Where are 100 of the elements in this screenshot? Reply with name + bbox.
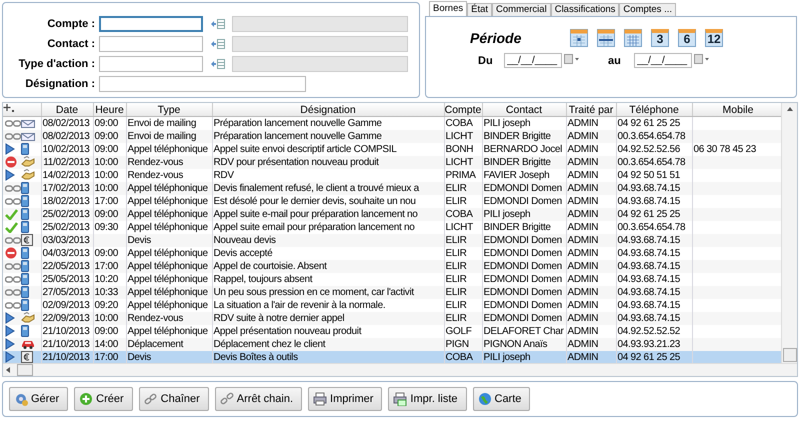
table-row[interactable]: 11/02/2013 10:00 Rendez-vous RDV pour présentation nouveau produit LICHT BINDER Brigitte ADMIN 00.3.654.654.78 — [3, 156, 781, 169]
table-cell: PILI joseph — [484, 209, 530, 220]
table-row[interactable]: 25/02/2013 09:00 Appel téléphonique Appel suite e-mail pour préparation lancement no COBA PILI joseph ADMIN 04 92 61 25 25 — [3, 208, 781, 221]
printer-icon — [313, 392, 328, 406]
tab[interactable]: Bornes — [429, 1, 468, 16]
table-cell: ELIR — [446, 248, 467, 259]
table-cell: EDMONDI Domen — [484, 196, 562, 207]
table-cell: ADMIN — [568, 339, 598, 350]
chain-link-icon — [5, 118, 21, 128]
period-button[interactable]: 12 — [705, 29, 723, 47]
column-header[interactable]: Date — [41, 103, 93, 116]
table-cell: 10:33 — [94, 287, 118, 298]
column-header[interactable]: Compte — [444, 103, 482, 116]
table-cell: 10:00 — [94, 313, 118, 324]
table-cell: Préparation lancement nouvelle Gamme — [214, 118, 382, 129]
input-field[interactable] — [99, 56, 203, 72]
chain-link-icon — [220, 392, 234, 406]
calendar-icon[interactable] — [597, 29, 615, 47]
table-row[interactable]: 03/03/2013 Devis Nouveau devis ELIR EDMONDI Domen ADMIN 04.93.68.74.15 — [3, 234, 781, 247]
input-field[interactable] — [99, 36, 203, 52]
table-cell: ADMIN — [568, 326, 598, 337]
period-button[interactable]: 3 — [651, 29, 669, 47]
play-icon — [5, 338, 15, 350]
add-icon — [79, 392, 94, 406]
action-button[interactable]: Gérer — [9, 387, 68, 411]
column-header[interactable]: Traité par — [566, 103, 616, 116]
action-button[interactable]: Imprimer — [308, 387, 382, 411]
table-cell: EDMONDI Domen — [484, 313, 562, 324]
table-cell: PILI joseph — [484, 118, 530, 129]
table-cell: 06 30 78 45 23 — [694, 144, 756, 155]
calendar-dropdown-icon[interactable] — [694, 53, 710, 65]
lookup-list-icon[interactable] — [210, 18, 226, 30]
action-button[interactable]: Carte — [472, 387, 530, 411]
input-field[interactable] — [99, 76, 306, 92]
table-cell: Appel téléphonique — [128, 144, 208, 155]
add-column-icon[interactable] — [3, 103, 15, 113]
period-title: Période — [470, 30, 522, 46]
tab[interactable]: État — [467, 3, 492, 16]
table-row[interactable]: 27/05/2013 10:33 Appel téléphonique Un peu sous pression en ce moment, car l'activit ELIR EDMONDI Domen ADMIN 04.93.68.74.15 — [3, 286, 781, 299]
table-cell: 21/10/2013 — [42, 326, 90, 337]
play-icon — [5, 325, 15, 338]
action-button[interactable]: Créer — [74, 387, 133, 411]
date-field[interactable]: __/__/____ — [504, 53, 562, 68]
action-button[interactable]: Chaîner — [138, 387, 209, 411]
table-row[interactable]: 17/02/2013 10:00 Appel téléphonique Devis finalement refusé, le client a trouvé mieux a ELIR EDMONDI Domen ADMIN 04.93.68.74.15 — [3, 182, 781, 195]
column-header[interactable]: Désignation — [212, 103, 444, 116]
tab[interactable]: Classifications — [550, 3, 620, 16]
lookup-list-icon[interactable] — [210, 38, 226, 50]
column-header[interactable]: Contact — [482, 103, 566, 116]
column-header[interactable]: Mobile — [692, 103, 781, 116]
table-cell: PRIMA — [446, 170, 476, 181]
table-cell: ADMIN — [568, 235, 598, 246]
scrollbar-thumb[interactable] — [782, 348, 796, 362]
table-cell: Appel suite e-mail pour préparation lancement no — [214, 209, 418, 220]
table-cell: ADMIN — [568, 261, 598, 272]
calendar-icon[interactable] — [624, 29, 642, 47]
date-field[interactable]: __/__/____ — [634, 53, 692, 68]
action-button[interactable]: Impr. liste — [388, 387, 466, 411]
table-cell: Appel téléphonique — [128, 183, 208, 194]
calendar-icon[interactable] — [570, 29, 588, 47]
field-label: Type d'action : — [18, 58, 96, 70]
table-row[interactable]: 21/10/2013 14:00 Déplacement Déplacement chez le client PIGN PIGNON Anaïs ADMIN 04.93.93.21.23 — [3, 338, 781, 351]
horizontal-scrollbar[interactable] — [3, 363, 797, 376]
table-cell: Appel téléphonique — [128, 287, 208, 298]
table-cell: ADMIN — [568, 144, 598, 155]
vertical-scrollbar[interactable] — [781, 103, 797, 363]
table-cell: Devis accepté — [214, 248, 272, 259]
table-row[interactable]: 22/05/2013 17:00 Appel téléphonique Appel de courtoisie. Absent ELIR EDMONDI Domen ADMIN 04.93.68.74.15 — [3, 260, 781, 273]
table-cell: EDMONDI Domen — [484, 287, 562, 298]
period-button[interactable]: 6 — [678, 29, 696, 47]
table-cell: 04.93.68.74.15 — [618, 300, 680, 311]
table-cell: Appel de courtoisie. Absent — [214, 261, 327, 272]
input-field[interactable] — [99, 16, 203, 32]
column-header[interactable]: Type — [126, 103, 212, 116]
field-label: Compte : — [46, 18, 96, 30]
table-cell: 02/09/2013 — [42, 300, 90, 311]
table-cell: 04.93.68.74.15 — [618, 183, 680, 194]
table-cell: 10:00 — [94, 170, 118, 181]
lookup-list-icon[interactable] — [210, 58, 226, 70]
tab[interactable]: Commercial — [492, 3, 551, 16]
table-cell: Devis finalement refusé, le client a trouvé mieux a — [214, 183, 419, 194]
table-cell: 04/03/2013 — [42, 248, 90, 259]
no-entry-icon — [5, 247, 17, 260]
table-cell: ADMIN — [568, 170, 598, 181]
table-cell: ELIR — [446, 235, 467, 246]
table-cell: ADMIN — [568, 118, 598, 129]
scrollbar-thumb[interactable] — [17, 364, 33, 376]
action-button[interactable]: Arrêt chain. — [214, 387, 302, 411]
table-cell: LICHT — [446, 157, 473, 168]
table-row[interactable]: 08/02/2013 09:00 Envoi de mailing Préparation lancement nouvelle Gamme LICHT BINDER Brigitte ADMIN 00.3.654.654.78 — [3, 130, 781, 143]
table-cell: EDMONDI Domen — [484, 300, 562, 311]
table-cell: ADMIN — [568, 352, 598, 363]
play-icon — [5, 351, 15, 363]
tab[interactable]: Comptes ... — [619, 3, 676, 16]
table-row[interactable]: 22/09/2013 10:00 Rendez-vous RDV suite à notre dernier appel ELIR EDMONDI Domen ADMIN 04.93.68.74.15 — [3, 312, 781, 325]
table-cell: Rendez-vous — [128, 157, 184, 168]
document-icon — [21, 351, 33, 363]
column-header[interactable]: Heure — [93, 103, 126, 116]
calendar-dropdown-icon[interactable] — [564, 53, 580, 65]
column-header[interactable]: Téléphone — [616, 103, 692, 116]
